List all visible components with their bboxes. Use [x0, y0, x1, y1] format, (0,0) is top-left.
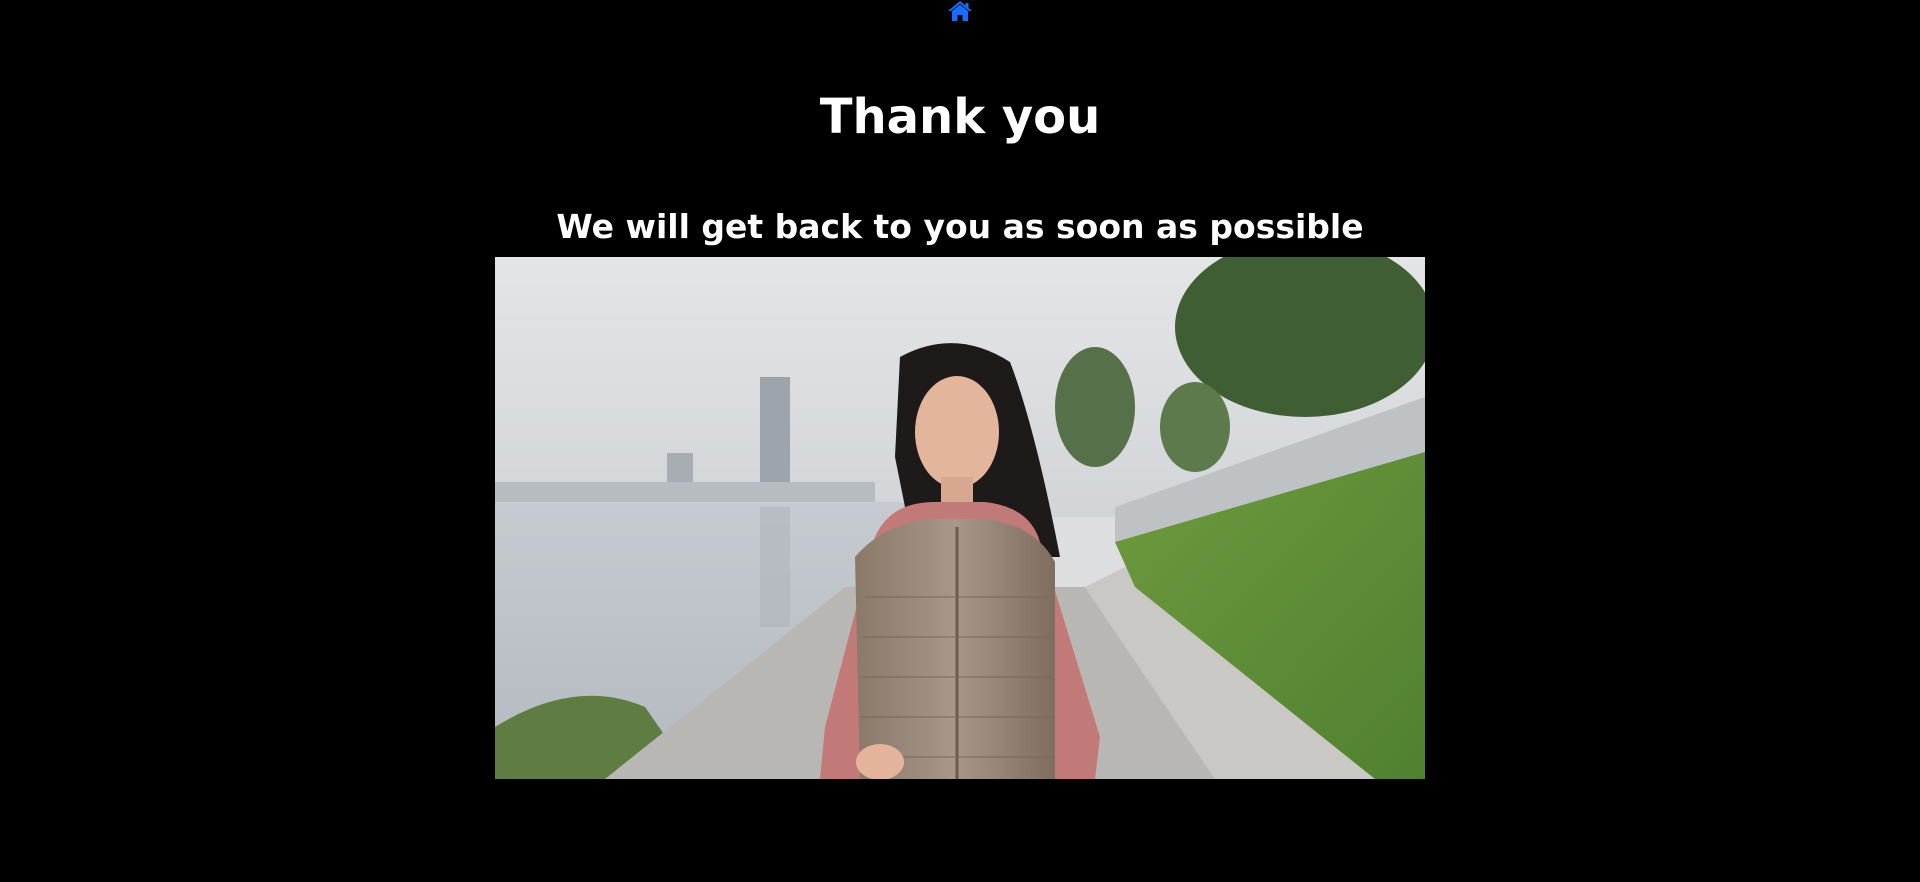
- hero-image: [495, 257, 1425, 779]
- home-link[interactable]: [947, 0, 973, 22]
- page-subtitle: We will get back to you as soon as possi…: [556, 207, 1364, 246]
- page-title: Thank you: [819, 89, 1101, 145]
- home-icon: [947, 0, 973, 22]
